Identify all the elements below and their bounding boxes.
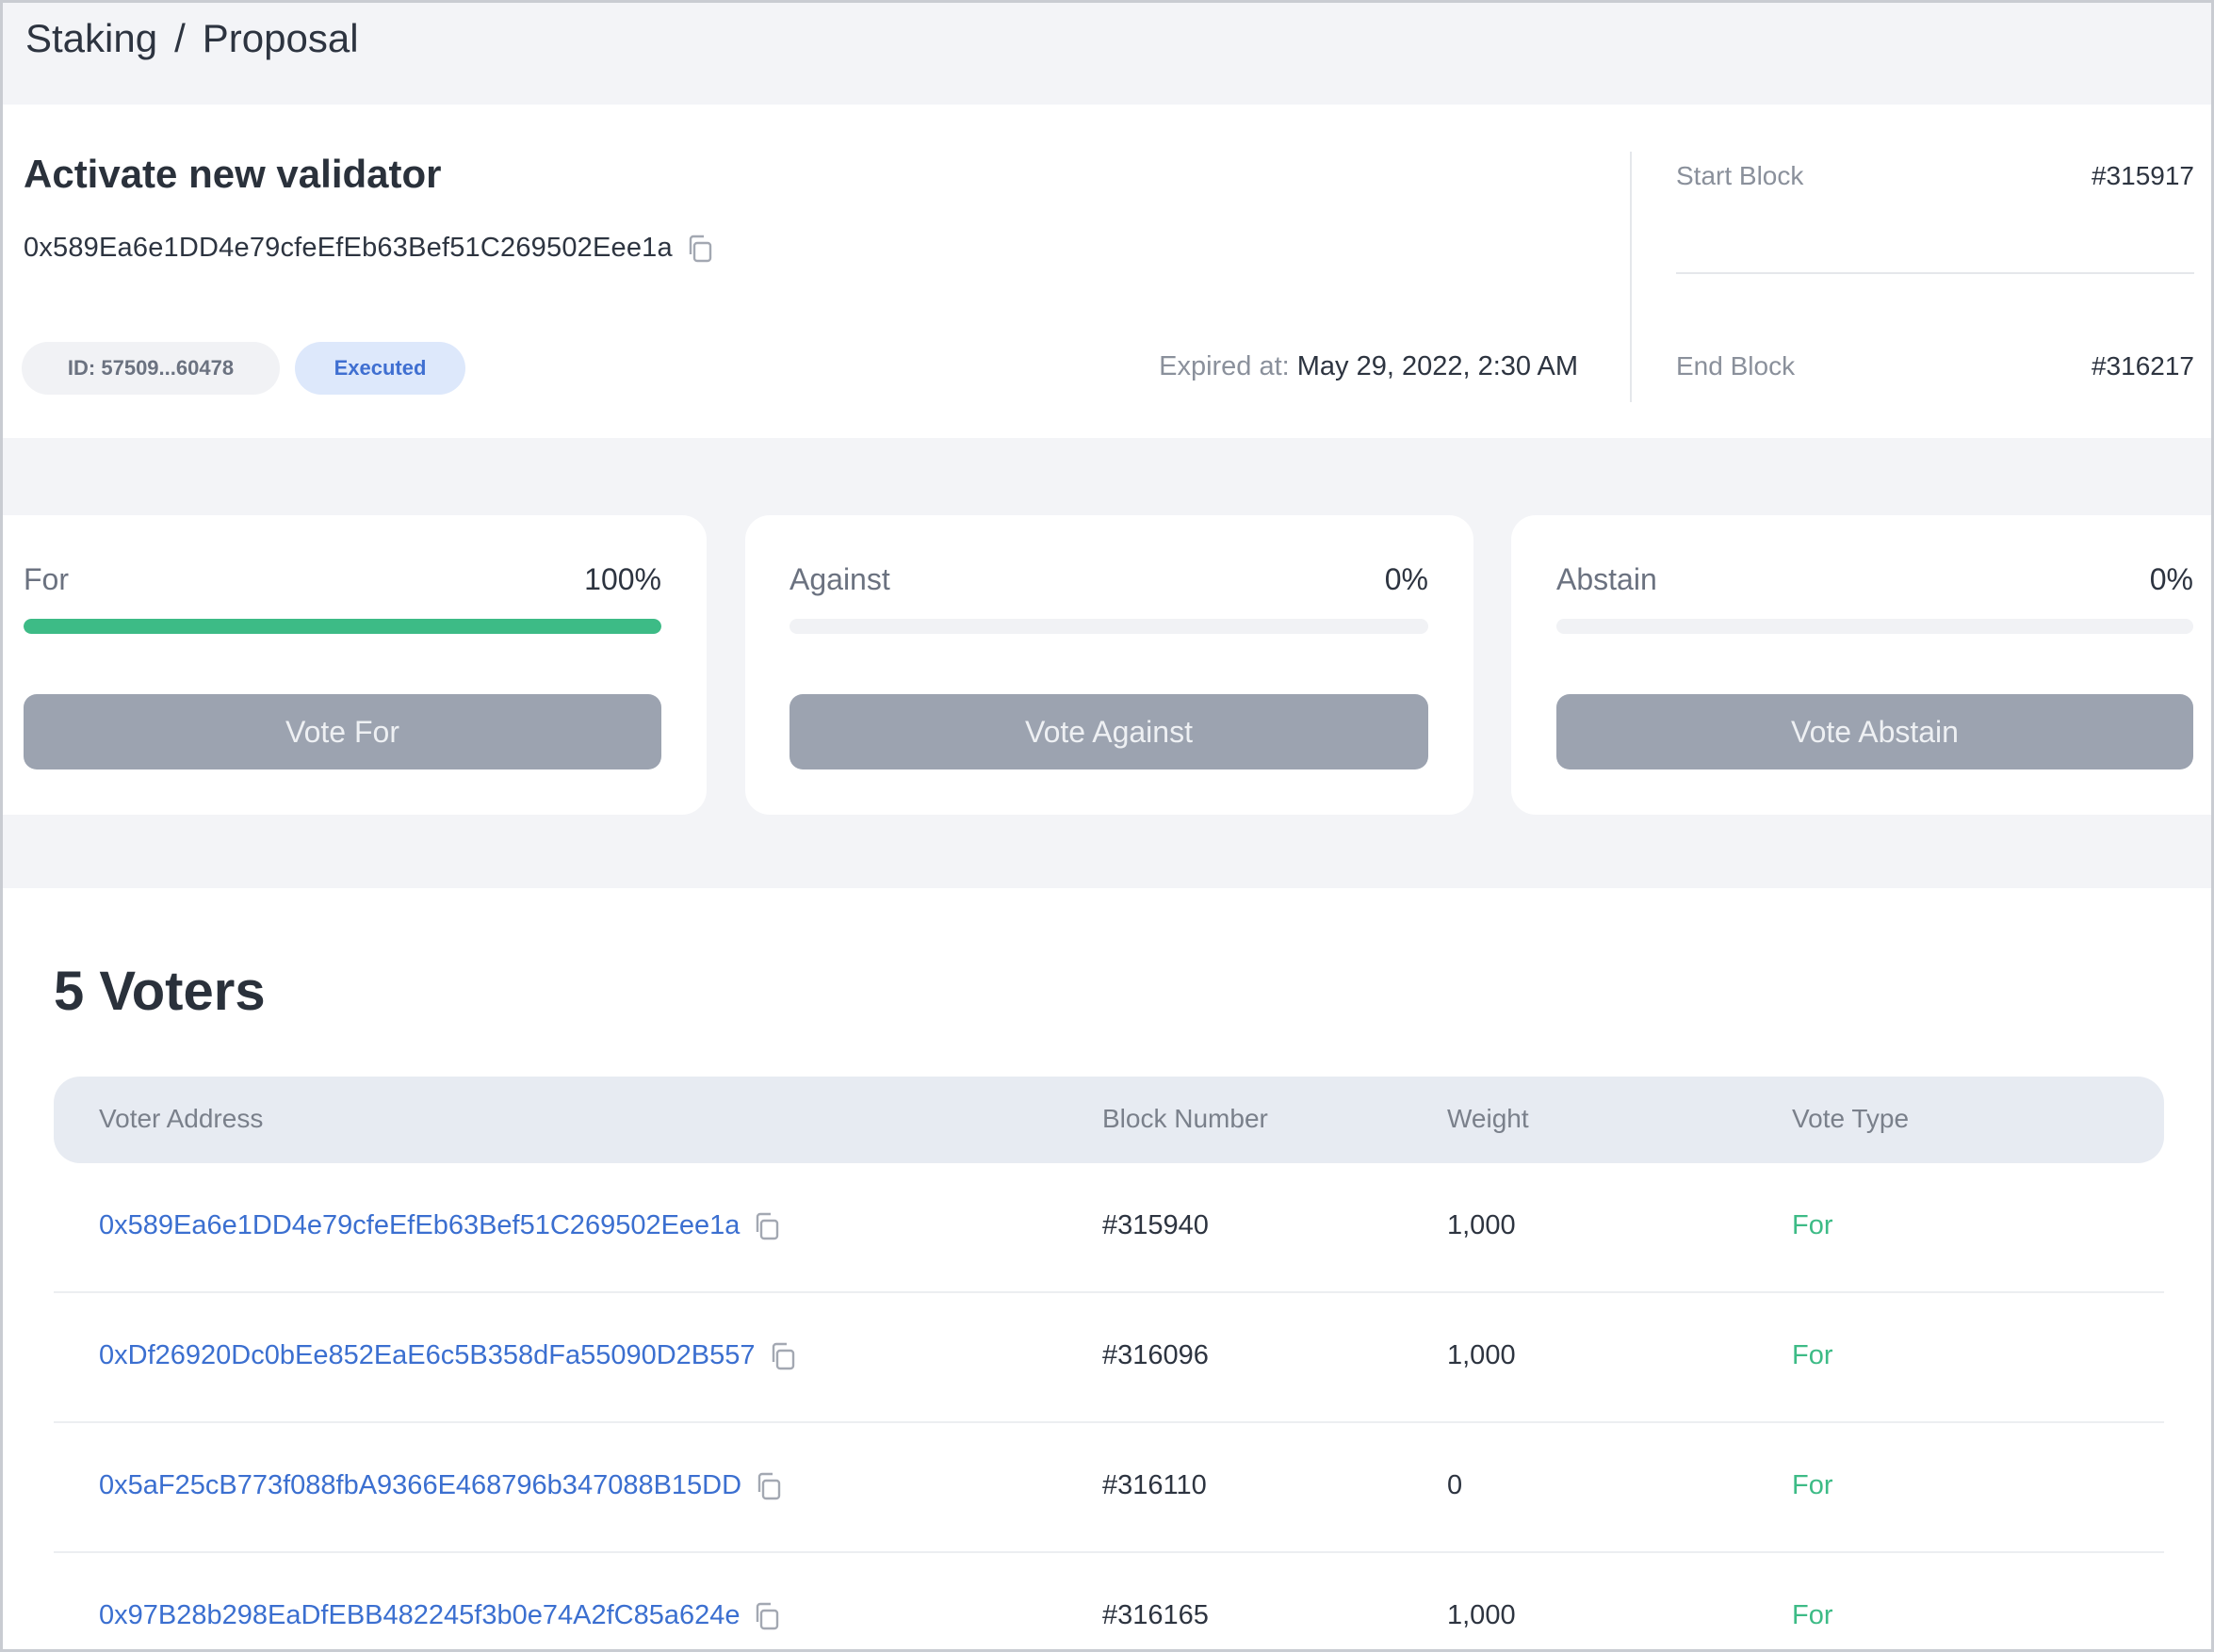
- proposal-header-card: Activate new validator 0x589Ea6e1DD4e79c…: [3, 105, 2211, 438]
- column-vote-type: Vote Type: [1792, 1104, 1910, 1133]
- proposal-id-badge: ID: 57509...60478: [22, 342, 280, 395]
- proposal-title: Activate new validator: [24, 152, 442, 196]
- vote-progress-bar: [1556, 619, 2193, 634]
- vote-abstain-button[interactable]: Vote Abstain: [1556, 694, 2193, 769]
- weight-cell: 1,000: [1447, 1340, 1516, 1370]
- vote-card-header: For 100%: [24, 562, 661, 597]
- vote-card-against: Against 0% Vote Against: [745, 515, 1473, 815]
- vote-type-cell: For: [1792, 1600, 1833, 1630]
- start-block-row: Start Block #315917: [1676, 161, 2194, 191]
- vote-label: Abstain: [1556, 562, 1657, 596]
- proposal-address-row: 0x589Ea6e1DD4e79cfeEfEb63Bef51C269502Eee…: [24, 233, 714, 264]
- vote-card-header: Against 0%: [790, 562, 1428, 597]
- vote-percent: 0%: [1384, 562, 1428, 596]
- end-block-row: End Block #316217: [1676, 351, 2194, 381]
- vote-type-cell: For: [1792, 1470, 1833, 1500]
- vote-type-cell: For: [1792, 1340, 1833, 1370]
- copy-icon[interactable]: [755, 1471, 783, 1501]
- end-block-label: End Block: [1676, 351, 1796, 381]
- start-block-value: #315917: [2091, 161, 2194, 190]
- voters-title: 5 Voters: [54, 961, 266, 1022]
- vote-card-abstain: Abstain 0% Vote Abstain: [1511, 515, 2211, 815]
- weight-cell: 1,000: [1447, 1600, 1516, 1630]
- vote-card-for: For 100% Vote For: [3, 515, 707, 815]
- voter-address-link[interactable]: 0xDf26920Dc0bEe852EaE6c5B358dFa55090D2B5…: [99, 1340, 756, 1371]
- vote-for-button[interactable]: Vote For: [24, 694, 661, 769]
- voter-address-link[interactable]: 0x589Ea6e1DD4e79cfeEfEb63Bef51C269502Eee…: [99, 1210, 740, 1241]
- vote-label: Against: [790, 562, 890, 596]
- table-row: 0xDf26920Dc0bEe852EaE6c5B358dFa55090D2B5…: [54, 1293, 2164, 1423]
- page-frame: Staking / Proposal Activate new validato…: [0, 0, 2214, 1652]
- table-row: 0x589Ea6e1DD4e79cfeEfEb63Bef51C269502Eee…: [54, 1163, 2164, 1293]
- vote-percent: 100%: [584, 562, 661, 596]
- weight-cell: 0: [1447, 1470, 1463, 1500]
- column-weight: Weight: [1447, 1104, 1529, 1133]
- voter-address-cell: 0xDf26920Dc0bEe852EaE6c5B358dFa55090D2B5…: [99, 1340, 797, 1371]
- expired-label: Expired at:: [1159, 351, 1290, 381]
- start-block-label: Start Block: [1676, 161, 1804, 190]
- proposal-address: 0x589Ea6e1DD4e79cfeEfEb63Bef51C269502Eee…: [24, 233, 673, 263]
- block-number-cell: #316110: [1102, 1470, 1207, 1500]
- block-number-cell: #316165: [1102, 1600, 1209, 1630]
- expired-value: May 29, 2022, 2:30 AM: [1296, 351, 1578, 381]
- copy-icon[interactable]: [753, 1211, 781, 1241]
- copy-icon[interactable]: [753, 1601, 781, 1631]
- vote-card-header: Abstain 0%: [1556, 562, 2193, 597]
- header-divider: [1630, 152, 1632, 402]
- voters-table-header: Voter Address Block Number Weight Vote T…: [54, 1077, 2164, 1163]
- breadcrumb-separator: /: [174, 16, 186, 60]
- vote-against-button[interactable]: Vote Against: [790, 694, 1428, 769]
- copy-icon[interactable]: [686, 234, 714, 264]
- vote-percent: 0%: [2149, 562, 2193, 596]
- copy-icon[interactable]: [769, 1341, 797, 1371]
- voters-section: 5 Voters Voter Address Block Number Weig…: [3, 888, 2211, 1649]
- vote-progress-bar: [24, 619, 661, 634]
- block-divider: [1676, 272, 2194, 274]
- vote-progress-fill: [24, 619, 661, 634]
- end-block-value: #316217: [2091, 351, 2194, 381]
- voter-address-link[interactable]: 0x5aF25cB773f088fbA9366E468796b347088B15…: [99, 1470, 741, 1501]
- table-row: 0x5aF25cB773f088fbA9366E468796b347088B15…: [54, 1423, 2164, 1553]
- breadcrumb-proposal: Proposal: [202, 16, 359, 60]
- block-number-cell: #316096: [1102, 1340, 1209, 1370]
- breadcrumb: Staking / Proposal: [25, 10, 359, 67]
- breadcrumb-staking[interactable]: Staking: [25, 16, 157, 61]
- vote-type-cell: For: [1792, 1210, 1833, 1240]
- status-badge: Executed: [295, 342, 465, 395]
- block-number-cell: #315940: [1102, 1210, 1209, 1240]
- voter-address-cell: 0x589Ea6e1DD4e79cfeEfEb63Bef51C269502Eee…: [99, 1210, 781, 1241]
- expiry-info: Expired at: May 29, 2022, 2:30 AM: [1159, 351, 1578, 382]
- vote-label: For: [24, 562, 69, 596]
- vote-progress-bar: [790, 619, 1428, 634]
- weight-cell: 1,000: [1447, 1210, 1516, 1240]
- table-row: 0x97B28b298EaDfEBB482245f3b0e74A2fC85a62…: [54, 1553, 2164, 1649]
- voter-address-link[interactable]: 0x97B28b298EaDfEBB482245f3b0e74A2fC85a62…: [99, 1600, 740, 1631]
- voter-address-cell: 0x97B28b298EaDfEBB482245f3b0e74A2fC85a62…: [99, 1600, 781, 1631]
- column-block-number: Block Number: [1102, 1104, 1268, 1133]
- voter-address-cell: 0x5aF25cB773f088fbA9366E468796b347088B15…: [99, 1470, 783, 1501]
- column-voter-address: Voter Address: [99, 1104, 264, 1133]
